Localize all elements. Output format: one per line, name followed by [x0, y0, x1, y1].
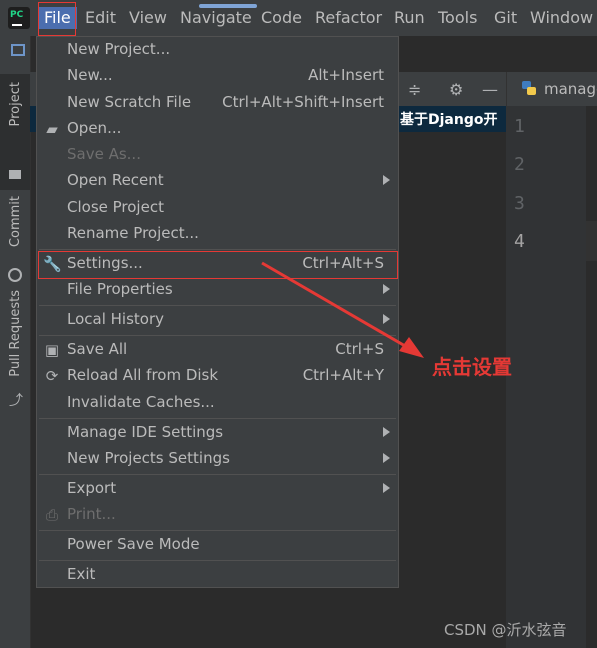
- annotation-text: 点击设置: [432, 355, 512, 379]
- watermark: CSDN @沂水弦音: [444, 621, 567, 639]
- annotation-arrow-icon: [261, 261, 424, 358]
